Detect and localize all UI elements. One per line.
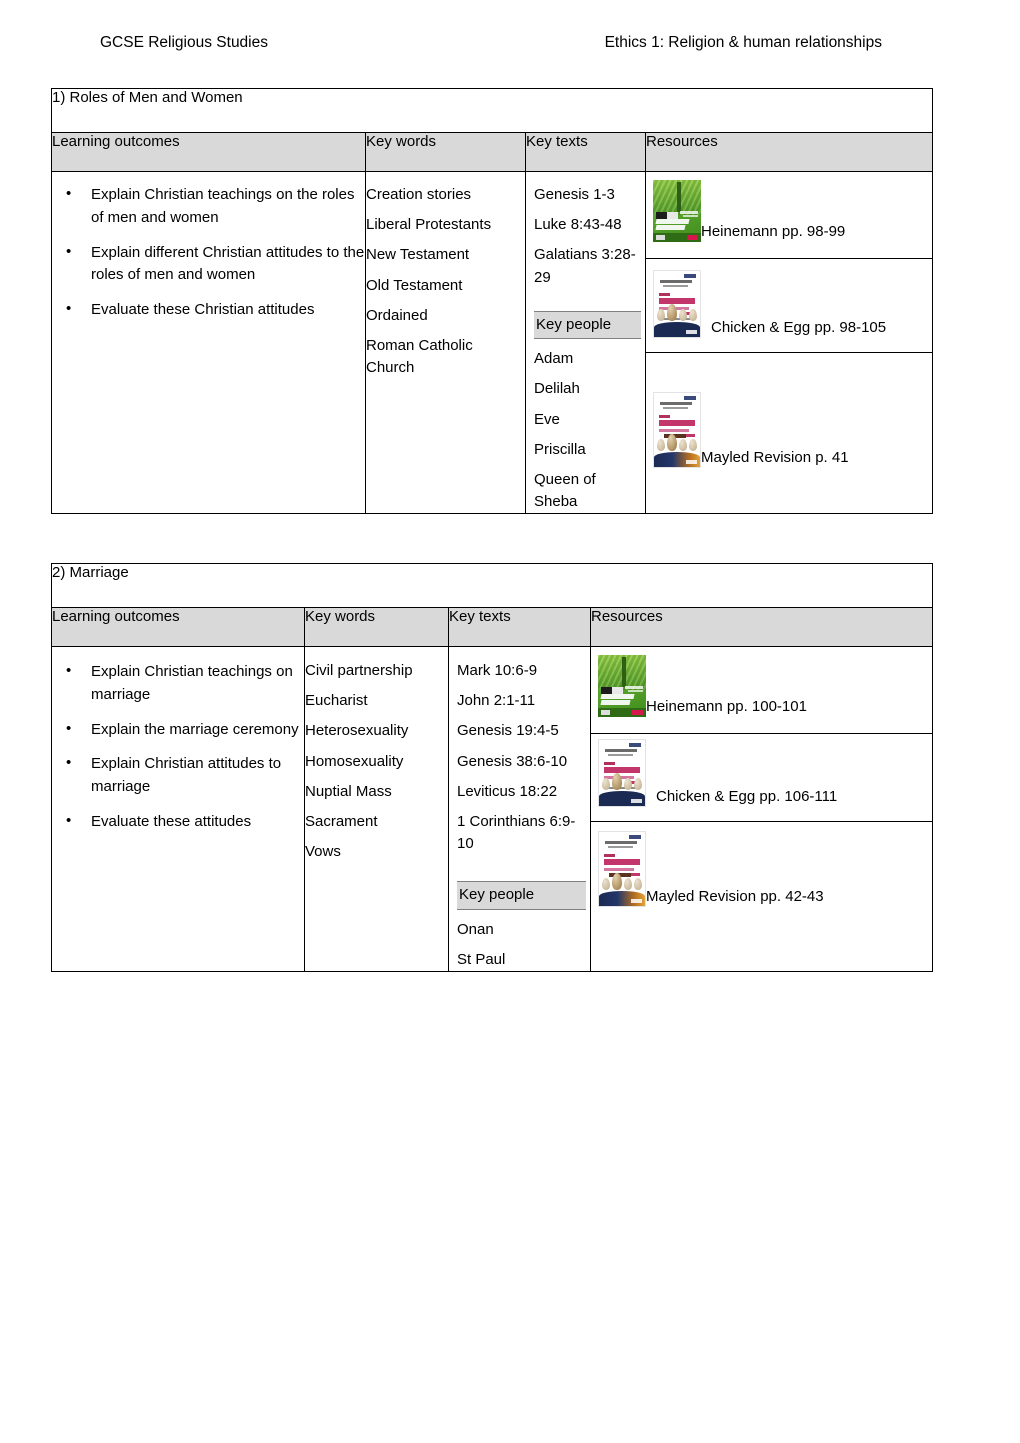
resources-stack: Heinemann pp. 100-101 Chicken & Egg pp. … xyxy=(591,647,933,967)
list-item: Explain Christian teachings on the roles… xyxy=(52,183,365,230)
list-item: Explain different Christian attitudes to… xyxy=(52,241,365,288)
list-item: Liberal Protestants xyxy=(366,216,492,234)
list-item: Genesis 19:4-5 xyxy=(457,722,559,740)
resource-label: Mayled Revision pp. 42-43 xyxy=(646,888,824,905)
key-texts-list: Genesis 1-3 Luke 8:43-48 Galatians 3:28-… xyxy=(534,184,641,289)
header-topic: Ethics 1: Religion & human relationships xyxy=(604,34,882,51)
resources-cell: Heinemann pp. 98-99 Chicken & Egg pp. 98… xyxy=(644,170,934,515)
column-header-resources: Resources xyxy=(644,132,934,172)
list-item: Eve xyxy=(534,410,560,428)
table-header-row: Learning outcomes Key words Key texts Re… xyxy=(51,607,934,647)
key-people-heading: Key people xyxy=(534,310,641,340)
key-words-list: Civil partnership Eucharist Heterosexual… xyxy=(305,660,448,863)
column-header-key-texts: Key texts xyxy=(448,607,591,647)
list-item: Ordained xyxy=(366,306,428,324)
chicken-and-egg-book-cover-icon xyxy=(598,739,646,807)
topic-table-1: 1) Roles of Men and Women Learning outco… xyxy=(50,88,934,515)
resource-label: Chicken & Egg pp. 98-105 xyxy=(711,319,887,336)
list-item: Heterosexuality xyxy=(305,722,409,740)
table-body-row: Explain Christian teachings on the roles… xyxy=(51,170,934,515)
list-item: Nuptial Mass xyxy=(305,782,392,800)
key-texts-list: Mark 10:6-9 John 2:1-11 Genesis 19:4-5 G… xyxy=(457,660,586,855)
list-item: John 2:1-11 xyxy=(457,692,536,710)
key-people-list: Adam Delilah Eve Priscilla Queen of Sheb… xyxy=(534,348,641,513)
table-header-row: Learning outcomes Key words Key texts Re… xyxy=(51,132,934,172)
list-item: Priscilla xyxy=(534,440,586,458)
list-item: Genesis 38:6-10 xyxy=(457,752,568,770)
list-item: Roman Catholic Church xyxy=(366,336,473,377)
list-item: Queen of Sheba xyxy=(534,471,596,511)
column-header-key-texts: Key texts xyxy=(525,132,646,172)
learning-outcomes-cell: Explain Christian teachings on the roles… xyxy=(51,170,366,515)
resource-label: Heinemann pp. 98-99 xyxy=(701,223,846,240)
list-item: St Paul xyxy=(457,951,506,968)
resource-row: Heinemann pp. 100-101 xyxy=(591,647,933,734)
mayled-revision-book-cover-icon xyxy=(653,392,701,468)
list-item: Delilah xyxy=(534,380,580,398)
column-header-learning-outcomes: Learning outcomes xyxy=(51,607,305,647)
list-item: Explain the marriage ceremony xyxy=(52,718,304,742)
resource-row: Chicken & Egg pp. 106-111 xyxy=(591,734,933,822)
heinemann-book-cover-icon xyxy=(653,180,701,242)
column-header-learning-outcomes: Learning outcomes xyxy=(51,132,366,172)
mayled-revision-book-cover-icon xyxy=(598,831,646,907)
key-words-cell: Civil partnership Eucharist Heterosexual… xyxy=(304,645,449,973)
list-item: Onan xyxy=(457,920,494,938)
list-item: Explain Christian teachings on marriage xyxy=(52,660,304,707)
table-title: 1) Roles of Men and Women xyxy=(50,88,934,133)
resource-row: Chicken & Egg pp. 98-105 xyxy=(646,259,933,353)
list-item: Genesis 1-3 xyxy=(534,186,615,203)
learning-outcomes-list: Explain Christian teachings on the roles… xyxy=(52,183,365,322)
list-item: Eucharist xyxy=(305,692,368,710)
list-item: Evaluate these Christian attitudes xyxy=(52,298,365,322)
list-item: Mark 10:6-9 xyxy=(457,662,538,679)
list-item: Luke 8:43-48 xyxy=(534,216,622,234)
list-item: Creation stories xyxy=(366,186,472,203)
list-item: Vows xyxy=(305,843,341,861)
list-item: Leviticus 18:22 xyxy=(457,782,558,800)
document-header: GCSE Religious Studies Ethics 1: Religio… xyxy=(100,34,920,53)
column-header-key-words: Key words xyxy=(365,132,526,172)
key-people-list: Onan St Paul xyxy=(457,919,586,971)
key-texts-cell: Genesis 1-3 Luke 8:43-48 Galatians 3:28-… xyxy=(525,170,646,515)
list-item: Homosexuality xyxy=(305,752,404,770)
list-item: Sacrament xyxy=(305,812,378,830)
column-header-key-words: Key words xyxy=(304,607,449,647)
document-page: GCSE Religious Studies Ethics 1: Religio… xyxy=(0,0,1020,1443)
resource-row: Mayled Revision p. 41 xyxy=(646,353,932,512)
resource-label: Heinemann pp. 100-101 xyxy=(646,698,807,715)
list-item: Civil partnership xyxy=(305,662,413,679)
learning-outcomes-cell: Explain Christian teachings on marriage … xyxy=(51,645,305,973)
list-item: 1 Corinthians 6:9-10 xyxy=(457,812,576,853)
resource-label: Mayled Revision p. 41 xyxy=(701,449,849,466)
table-title-row: 2) Marriage xyxy=(50,563,934,608)
list-item: Evaluate these attitudes xyxy=(52,810,304,834)
resource-label: Chicken & Egg pp. 106-111 xyxy=(656,788,838,805)
learning-outcomes-list: Explain Christian teachings on marriage … xyxy=(52,660,304,834)
list-item: Adam xyxy=(534,350,574,368)
table-title: 2) Marriage xyxy=(50,563,934,608)
resource-row: Heinemann pp. 98-99 xyxy=(646,172,933,259)
header-subject: GCSE Religious Studies xyxy=(100,34,268,51)
table-body-row: Explain Christian teachings on marriage … xyxy=(51,645,934,973)
resources-stack: Heinemann pp. 98-99 Chicken & Egg pp. 98… xyxy=(646,172,933,512)
column-header-resources: Resources xyxy=(589,607,934,647)
chicken-and-egg-book-cover-icon xyxy=(653,270,701,338)
table-title-row: 1) Roles of Men and Women xyxy=(50,88,934,133)
topic-table-2: 2) Marriage Learning outcomes Key words … xyxy=(50,563,934,973)
key-words-cell: Creation stories Liberal Protestants New… xyxy=(365,170,526,515)
heinemann-book-cover-icon xyxy=(598,655,646,717)
resource-row: Mayled Revision pp. 42-43 xyxy=(591,822,932,967)
key-texts-cell: Mark 10:6-9 John 2:1-11 Genesis 19:4-5 G… xyxy=(448,645,591,973)
key-words-list: Creation stories Liberal Protestants New… xyxy=(366,184,525,379)
resources-cell: Heinemann pp. 100-101 Chicken & Egg pp. … xyxy=(589,645,934,973)
list-item: Galatians 3:28-29 xyxy=(534,246,636,286)
list-item: Old Testament xyxy=(366,276,463,294)
list-item: Explain Christian attitudes to marriage xyxy=(52,752,304,799)
key-people-heading: Key people xyxy=(457,881,586,910)
list-item: New Testament xyxy=(366,246,470,264)
